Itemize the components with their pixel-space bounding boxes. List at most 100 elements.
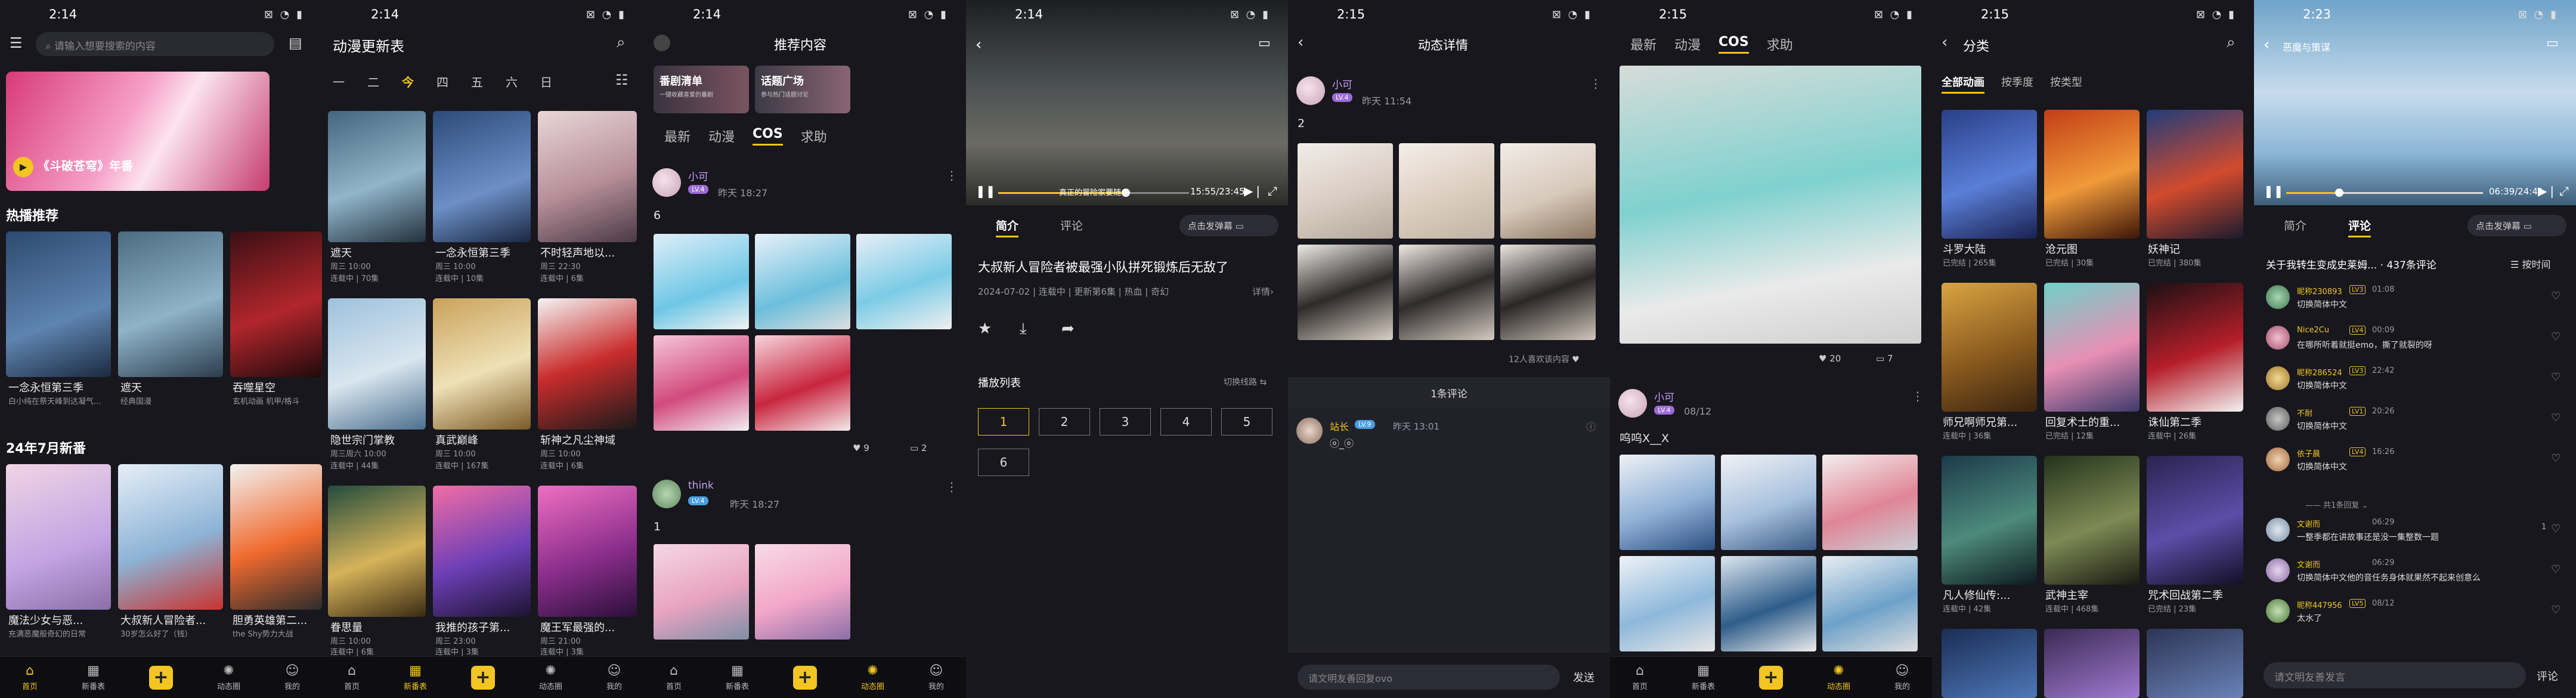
day-tab-tue[interactable]: 二 (367, 73, 379, 90)
commenter-name[interactable]: 昵称230893 (2297, 285, 2342, 297)
commenter-name[interactable]: 文谢而 (2297, 558, 2320, 570)
menu-icon[interactable]: ☰ (10, 35, 23, 51)
comment-item[interactable]: 昵称447956 LV5 08/12 太水了 ♡ (2254, 599, 2576, 638)
cast-icon[interactable]: ▭ (2546, 36, 2559, 51)
cos-image-4[interactable] (1620, 556, 1715, 651)
post-image-3[interactable] (856, 234, 952, 329)
add-button[interactable]: + (470, 665, 495, 690)
nav-mine[interactable]: ☺ 我的 (928, 663, 944, 691)
category-cover-2[interactable] (2044, 110, 2140, 239)
cos-image-1[interactable] (1620, 455, 1715, 550)
nav-schedule[interactable]: ▦ 新番表 (726, 663, 749, 691)
commenter-avatar[interactable] (2266, 366, 2290, 390)
nav-schedule[interactable]: ▦ 新番表 (1692, 663, 1715, 691)
add-button[interactable]: + (148, 665, 173, 690)
day-tab-mon[interactable]: 一 (333, 73, 345, 90)
comment-like-icon[interactable]: ♡ (2551, 563, 2560, 576)
favorite-icon[interactable]: ★ (978, 320, 992, 338)
day-tab-today[interactable]: 今 (402, 73, 414, 90)
schedule-cover-1[interactable] (328, 111, 426, 242)
post-avatar-2[interactable] (652, 480, 681, 508)
comment-item[interactable]: 文谢而 06:29 切换简体中文他的音任务身体就果然不起来创意么 ♡ (2254, 558, 2576, 598)
comment-like-icon[interactable]: ♡ (2551, 371, 2560, 384)
comment-item[interactable]: 昵称230893 LV3 01:08 切换简体中文 ♡ (2254, 285, 2576, 325)
tab-all[interactable]: 全部动画 (1942, 74, 1984, 94)
nav-home[interactable]: ⌂ 首页 (666, 663, 682, 691)
video-player[interactable] (2254, 0, 2576, 205)
cos-image-5[interactable] (1721, 556, 1816, 651)
post-username[interactable]: 小可 (1332, 76, 1352, 91)
message-icon[interactable]: ▤ (289, 35, 302, 51)
post-username[interactable]: 小可 (1654, 389, 1674, 404)
post-image-1[interactable] (654, 234, 749, 329)
tab-anime[interactable]: 动漫 (708, 126, 735, 146)
category-cover-7[interactable] (1942, 456, 2037, 585)
tab-comments[interactable]: 评论 (1060, 217, 1083, 237)
cos-image-6[interactable] (1822, 556, 1918, 651)
schedule-cover-4[interactable] (328, 298, 426, 430)
nav-feed[interactable]: ✺ 动态圈 (539, 663, 562, 691)
comment-item[interactable]: 依子晨 LV4 16:26 切换简体中文 ♡ (2254, 447, 2576, 487)
comment-like-icon[interactable]: ♡ (2551, 331, 2560, 343)
post-image-4[interactable] (654, 335, 749, 431)
tab-comments[interactable]: 评论 (2348, 217, 2371, 237)
cast-icon[interactable]: ▭ (1258, 36, 1271, 51)
detail-image-1[interactable] (1298, 143, 1393, 239)
detail-image-2[interactable] (1399, 143, 1494, 239)
progress-thumb[interactable] (2334, 189, 2343, 197)
add-button[interactable]: + (792, 665, 817, 690)
comment-count[interactable]: ▭ 7 (1876, 353, 1893, 364)
category-cover-9[interactable] (2147, 456, 2243, 585)
schedule-cover-3[interactable] (538, 111, 637, 242)
add-button[interactable]: + (1758, 665, 1783, 690)
filter-icon[interactable]: ☷ (615, 72, 628, 88)
comment-send-button[interactable]: 评论 (2537, 668, 2558, 684)
nav-home[interactable]: ⌂ 首页 (22, 663, 38, 691)
episode-2[interactable]: 2 (1039, 408, 1090, 436)
reply-input[interactable]: 请文明友善回复ovo (1298, 665, 1560, 690)
commenter-name[interactable]: 昵称286524 (2297, 366, 2342, 378)
category-cover-5[interactable] (2044, 283, 2140, 412)
back-icon[interactable]: ‹ (976, 36, 982, 54)
commenter-avatar[interactable] (2266, 326, 2290, 350)
post-username-2[interactable]: think (688, 480, 714, 492)
nav-home[interactable]: ⌂ 首页 (1632, 663, 1648, 691)
nav-mine[interactable]: ☺ 我的 (606, 663, 622, 691)
share-icon[interactable]: ➦ (1061, 320, 1075, 338)
nav-schedule[interactable]: ▦ 新番表 (404, 663, 427, 691)
commenter-name[interactable]: Nice2Cu (2297, 326, 2329, 335)
category-cover-6[interactable] (2147, 283, 2243, 412)
category-cover-12[interactable] (2147, 629, 2243, 698)
commenter-avatar[interactable] (2266, 558, 2290, 582)
tab-latest[interactable]: 最新 (664, 126, 691, 146)
cos-image-3[interactable] (1822, 455, 1918, 550)
pause-icon[interactable]: ❚❚ (976, 184, 996, 198)
hot-cover-2[interactable] (118, 231, 223, 377)
commenter-name[interactable]: 文谢而 (2297, 518, 2320, 529)
commenter-name[interactable]: 依子晨 (2297, 447, 2320, 459)
comment-like-icon[interactable]: ♡ (2551, 604, 2560, 616)
cos-large-image[interactable] (1620, 66, 1921, 344)
comment-like-icon[interactable]: ♡ (2551, 412, 2560, 424)
post-image-2[interactable] (755, 234, 850, 329)
comment-info-icon[interactable]: ⓘ (1586, 419, 1596, 433)
download-icon[interactable]: ⤓ (1020, 320, 1027, 338)
next-icon[interactable]: ▶❘ (1244, 184, 1263, 198)
category-cover-8[interactable] (2044, 456, 2140, 585)
video-player[interactable] (966, 0, 1288, 205)
post2-image-2[interactable] (755, 544, 850, 640)
comment-item[interactable]: Nice2Cu LV4 00:09 在哪所听着就挺emo，撕了就裂的呀 ♡ (2254, 326, 2576, 365)
comment-like-icon[interactable]: ♡ (2551, 523, 2560, 535)
more-icon[interactable]: ⋮ (1912, 389, 1924, 403)
detail-image-3[interactable] (1500, 143, 1596, 239)
tab-type[interactable]: 按类型 (2050, 74, 2082, 94)
reply-toggle[interactable]: —— 共1条回复 ⌄ (2305, 499, 2368, 510)
tab-help[interactable]: 求助 (801, 126, 827, 146)
back-icon[interactable]: ‹ (1298, 33, 1304, 51)
switch-line-button[interactable]: 切换线路 ⇆ (1224, 376, 1267, 388)
day-tab-sat[interactable]: 六 (506, 73, 518, 90)
new-cover-1[interactable] (6, 464, 111, 610)
schedule-cover-2[interactable] (433, 111, 531, 242)
search-icon[interactable]: ⌕ (617, 33, 626, 52)
schedule-cover-9[interactable] (538, 486, 637, 617)
